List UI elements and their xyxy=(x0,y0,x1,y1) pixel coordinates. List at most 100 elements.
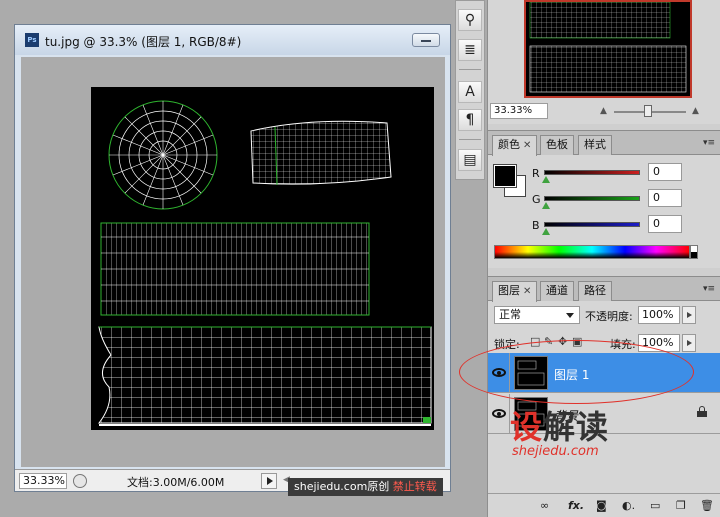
channel-r-slider-handle[interactable] xyxy=(542,176,550,183)
eye-icon xyxy=(492,409,506,418)
brand-watermark-logo: 设解读 xyxy=(510,410,609,444)
adjustment-icon[interactable]: ◐. xyxy=(622,499,635,512)
layers-footer-toolbar: ∞ fx. ◙ ◐. ▭ ❐ 🗑 xyxy=(488,493,720,517)
watermark-note: 禁止转载 xyxy=(392,480,437,493)
channel-g-slider-handle[interactable] xyxy=(542,202,550,209)
paragraph-tool-icon[interactable]: ¶ xyxy=(458,109,482,131)
tool-separator xyxy=(459,69,481,70)
document-size-readout: 文档:3.00M/6.00M xyxy=(127,476,225,489)
channel-g-slider[interactable] xyxy=(544,196,640,201)
tube-uv-shell xyxy=(250,120,392,186)
new-layer-icon[interactable]: ❐ xyxy=(676,499,686,512)
channel-b-slider-handle[interactable] xyxy=(542,228,550,235)
mask-icon[interactable]: ◙ xyxy=(596,499,607,512)
fx-icon[interactable]: fx. xyxy=(568,499,584,512)
tab-styles-label: 样式 xyxy=(584,138,606,151)
zoom-out-icon[interactable]: ▲ xyxy=(600,106,607,116)
document-window[interactable]: Ps tu.jpg @ 33.3% (图层 1, RGB/8#) 33.33% … xyxy=(14,24,451,492)
circle-uv-shell xyxy=(108,100,218,210)
minimize-button[interactable] xyxy=(412,33,440,47)
layer-name[interactable]: 图层 1 xyxy=(554,366,589,383)
tab-styles[interactable]: 样式 xyxy=(578,135,612,155)
close-icon[interactable]: ✕ xyxy=(523,286,531,297)
fill-field[interactable]: 100% xyxy=(638,334,680,352)
canvas-area[interactable] xyxy=(21,57,445,467)
panel-menu-icon[interactable]: ▾≡ xyxy=(703,138,715,148)
body-uv-shell xyxy=(97,326,432,426)
opacity-field[interactable]: 100% xyxy=(638,306,680,324)
document-titlebar[interactable]: Ps tu.jpg @ 33.3% (图层 1, RGB/8#) xyxy=(15,25,450,55)
navigator-zoom-field[interactable]: 33.33% xyxy=(490,103,548,119)
tab-channels[interactable]: 通道 xyxy=(540,281,574,301)
eye-icon xyxy=(492,368,506,377)
tab-color-label: 颜色 xyxy=(498,138,520,151)
lock-label: 锁定: xyxy=(494,338,520,351)
brand-watermark-site: shejiedu.com xyxy=(512,444,599,459)
tab-swatches-label: 色板 xyxy=(546,138,568,151)
brand-watermark: 设解读 shejiedu.com xyxy=(510,410,609,459)
fill-stepper[interactable] xyxy=(682,334,696,352)
tab-layers[interactable]: 图层 ✕ xyxy=(492,281,538,302)
lock-icon xyxy=(697,406,707,417)
trash-icon[interactable]: 🗑 xyxy=(700,499,714,512)
layer-visibility-toggle[interactable] xyxy=(488,353,510,393)
layer-visibility-toggle[interactable] xyxy=(488,394,510,434)
uv-wireframe-image xyxy=(97,100,432,426)
status-menu-arrow-button[interactable] xyxy=(261,473,277,489)
document-title: tu.jpg @ 33.3% (图层 1, RGB/8#) xyxy=(45,35,242,49)
foreground-color-swatch[interactable] xyxy=(493,164,517,188)
tab-paths[interactable]: 路径 xyxy=(578,281,612,301)
tab-layers-label: 图层 xyxy=(498,284,520,297)
brand-watermark-red: 设 xyxy=(510,408,544,446)
type-tool-icon[interactable]: A xyxy=(458,81,482,103)
status-info-icon[interactable] xyxy=(73,474,87,488)
photoshop-file-icon: Ps xyxy=(25,33,39,47)
blend-mode-select[interactable]: 正常 xyxy=(494,306,580,324)
channel-b-label: B xyxy=(532,219,540,232)
channel-r-field[interactable]: 0 xyxy=(648,163,682,181)
notes-tool-icon[interactable]: ▤ xyxy=(458,149,482,171)
folder-icon[interactable]: ▭ xyxy=(650,499,660,512)
panel-menu-icon[interactable]: ▾≡ xyxy=(703,284,715,294)
lock-all-icon[interactable]: ▣ xyxy=(572,335,582,348)
close-icon[interactable]: ✕ xyxy=(523,140,531,151)
tool-separator xyxy=(459,139,481,140)
stamp-tool-icon[interactable]: ⚲ xyxy=(458,9,482,31)
layer-row-layer1[interactable]: 图层 1 xyxy=(488,353,720,393)
black-white-swatch[interactable] xyxy=(690,245,698,259)
channel-g-label: G xyxy=(532,193,541,206)
tab-swatches[interactable]: 色板 xyxy=(540,135,574,155)
layers-panel-tabbar: 图层 ✕ 通道 路径 ▾≡ xyxy=(488,277,720,302)
layer-thumbnail-image xyxy=(517,360,545,386)
tab-color[interactable]: 颜色 ✕ xyxy=(492,135,538,156)
tab-paths-label: 路径 xyxy=(584,284,606,297)
channel-r-slider[interactable] xyxy=(544,170,640,175)
navigator-thumbnail[interactable] xyxy=(524,0,692,98)
lock-position-icon[interactable]: ✥ xyxy=(558,335,567,348)
navigator-zoom-slider-handle[interactable] xyxy=(644,105,652,117)
watermark-site: shejiedu.com原创 xyxy=(294,480,390,493)
fill-label: 填充: xyxy=(610,338,636,351)
watermark-bar: shejiedu.com原创 禁止转载 xyxy=(288,478,443,496)
color-panel-tabbar: 颜色 ✕ 色板 样式 ▾≡ xyxy=(488,131,720,156)
link-icon[interactable]: ∞ xyxy=(540,499,549,512)
channel-b-slider[interactable] xyxy=(544,222,640,227)
opacity-stepper[interactable] xyxy=(682,306,696,324)
layers-panel: 图层 ✕ 通道 路径 ▾≡ 正常 不透明度: 100% 锁定: □ ✎ ✥ ▣ 填… xyxy=(488,276,720,517)
tab-channels-label: 通道 xyxy=(546,284,568,297)
channel-r-label: R xyxy=(532,167,540,180)
brand-watermark-dark: 解读 xyxy=(543,408,610,446)
zoom-level-field[interactable]: 33.33% xyxy=(19,473,67,489)
lock-transparent-pixels-icon[interactable]: □ xyxy=(530,335,540,348)
navigator-preview-image xyxy=(529,1,687,93)
channel-b-field[interactable]: 0 xyxy=(648,215,682,233)
color-panel: 颜色 ✕ 色板 样式 ▾≡ R 0 G 0 B 0 xyxy=(488,130,720,268)
navigator-panel: 33.33% ▲ ▲ xyxy=(488,0,720,124)
color-spectrum-ramp[interactable] xyxy=(494,245,690,259)
tool-strip: ⚲ ≣ A ¶ ▤ xyxy=(455,0,485,180)
zoom-in-icon[interactable]: ▲ xyxy=(692,106,699,116)
history-brush-tool-icon[interactable]: ≣ xyxy=(458,39,482,61)
lock-image-pixels-icon[interactable]: ✎ xyxy=(544,335,553,348)
canvas-artwork[interactable] xyxy=(91,87,434,430)
channel-g-field[interactable]: 0 xyxy=(648,189,682,207)
